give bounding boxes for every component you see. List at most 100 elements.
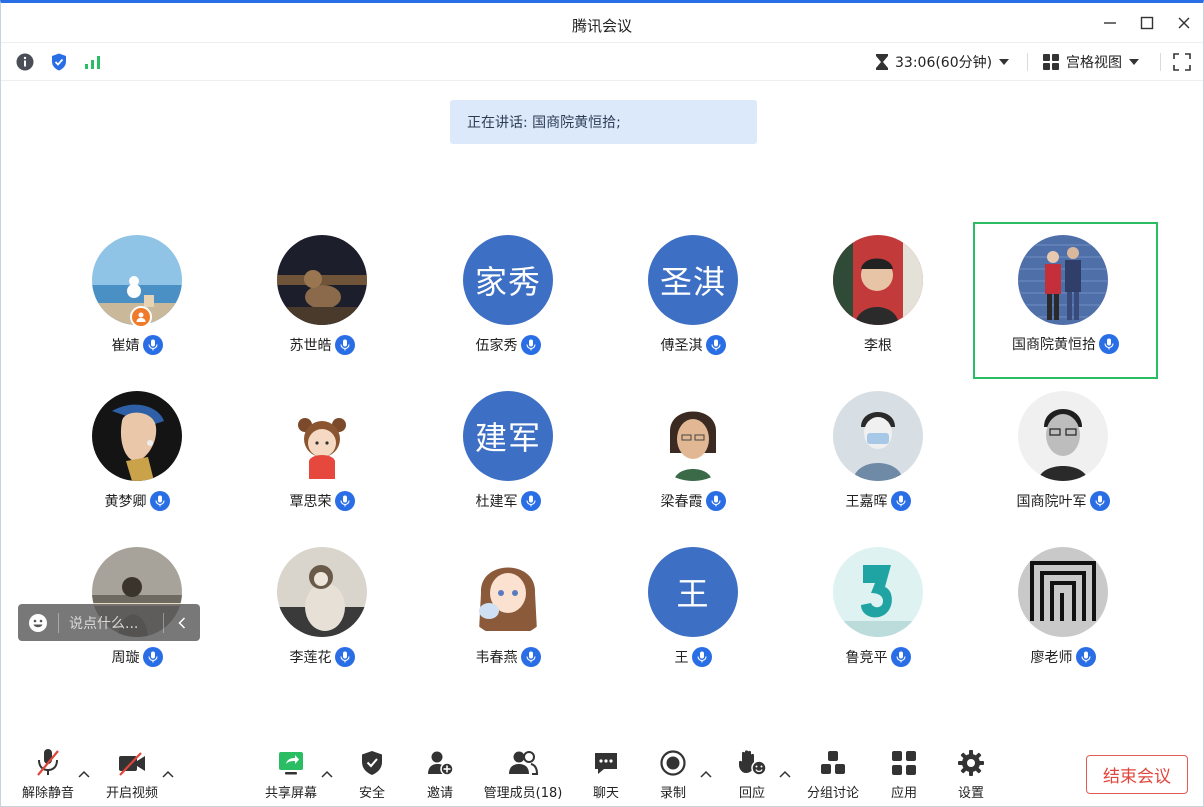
view-mode-label: 宫格视图 xyxy=(1066,55,1122,71)
participant-tile[interactable]: 覃思荣 xyxy=(232,391,412,541)
participant-name-row: 廖老师 xyxy=(973,647,1153,667)
record-button[interactable]: 录制 xyxy=(650,743,696,803)
participant-tile[interactable]: 李根 xyxy=(788,235,968,385)
participant-name: 傅圣淇 xyxy=(660,338,703,354)
info-icon[interactable] xyxy=(15,52,35,72)
react-button[interactable]: 回应 xyxy=(729,743,775,803)
shield-check-icon[interactable] xyxy=(49,52,69,72)
participant-name-row: 覃思荣 xyxy=(232,491,412,511)
settings-label: 设置 xyxy=(957,786,984,801)
share-screen-icon xyxy=(277,743,305,777)
chevron-up-icon[interactable] xyxy=(77,767,91,781)
participant-tile[interactable]: 圣淇 傅圣淇 xyxy=(603,235,783,385)
unmute-button[interactable]: 解除静音 xyxy=(17,743,79,803)
chevron-up-icon[interactable] xyxy=(778,767,792,781)
participant-name-row: 鲁竞平 xyxy=(788,647,968,667)
participant-tile[interactable]: 韦春燕 xyxy=(418,547,598,697)
add-user-icon xyxy=(426,743,454,777)
hourglass-icon xyxy=(876,54,888,70)
participant-name: 廖老师 xyxy=(1030,650,1073,666)
maximize-icon[interactable] xyxy=(1135,11,1159,35)
participant-tile[interactable]: 梁春霞 xyxy=(603,391,783,541)
participant-name: 国商院黄恒拾 xyxy=(1012,337,1096,353)
settings-button[interactable]: 设置 xyxy=(948,743,994,803)
unmute-label: 解除静音 xyxy=(21,786,74,801)
chevron-left-icon[interactable] xyxy=(164,604,200,641)
chat-input[interactable]: 说点什么... xyxy=(59,613,163,633)
participant-tile[interactable]: 国商院叶军 xyxy=(973,391,1153,541)
participant-tile[interactable]: 崔婧 xyxy=(47,235,227,385)
security-button[interactable]: 安全 xyxy=(349,743,395,803)
manage-members-label: 管理成员(18) xyxy=(483,786,563,801)
participant-tile-active[interactable]: 国商院黄恒拾 xyxy=(973,222,1158,379)
mic-icon xyxy=(149,491,170,511)
participant-tile[interactable]: 王嘉晖 xyxy=(788,391,968,541)
breakout-icon xyxy=(819,743,847,777)
participant-tile[interactable]: 鲁竞平 xyxy=(788,547,968,697)
mic-icon xyxy=(142,335,163,355)
chevron-up-icon[interactable] xyxy=(320,767,334,781)
invite-button[interactable]: 邀请 xyxy=(417,743,463,803)
start-video-label: 开启视频 xyxy=(105,786,158,801)
participant-name: 黄梦卿 xyxy=(104,494,147,510)
participant-name-row: 国商院黄恒拾 xyxy=(975,334,1156,354)
participant-name: 覃思荣 xyxy=(289,494,332,510)
meeting-window: 腾讯会议 33:06(60分钟) 宫格视图 正在讲话: 国商院黄恒拾; 崔婧 苏… xyxy=(0,0,1204,807)
avatar: 建军 xyxy=(463,391,553,481)
chevron-up-icon[interactable] xyxy=(161,767,175,781)
view-mode-button[interactable]: 宫格视图 xyxy=(1042,52,1140,72)
start-video-button[interactable]: 开启视频 xyxy=(101,743,163,803)
participant-tile[interactable]: 建军 杜建军 xyxy=(418,391,598,541)
avatar: 家秀 xyxy=(463,235,553,325)
apps-button[interactable]: 应用 xyxy=(881,743,927,803)
participant-name: 李根 xyxy=(864,338,892,354)
divider xyxy=(1027,53,1028,71)
avatar xyxy=(648,391,738,481)
participant-name-row: 黄梦卿 xyxy=(47,491,227,511)
participant-name: 崔婧 xyxy=(111,338,140,354)
participant-tile[interactable]: 王 王 xyxy=(603,547,783,697)
participant-name-row: 苏世皓 xyxy=(232,335,412,355)
participant-tile[interactable]: 家秀 伍家秀 xyxy=(418,235,598,385)
participant-name-row: 韦春燕 xyxy=(418,647,598,667)
avatar: 圣淇 xyxy=(648,235,738,325)
share-screen-label: 共享屏幕 xyxy=(264,786,317,801)
participant-tile[interactable]: 廖老师 xyxy=(973,547,1153,697)
participant-tile[interactable]: 苏世皓 xyxy=(232,235,412,385)
mic-icon xyxy=(142,647,163,667)
participant-name-row: 梁春霞 xyxy=(603,491,783,511)
signal-bars-icon[interactable] xyxy=(83,52,103,72)
invite-label: 邀请 xyxy=(426,786,453,801)
share-screen-button[interactable]: 共享屏幕 xyxy=(260,743,322,803)
chat-quick-input[interactable]: 说点什么... xyxy=(18,604,200,641)
meeting-timer[interactable]: 33:06(60分钟) xyxy=(875,52,1010,72)
participant-name: 伍家秀 xyxy=(475,338,518,354)
manage-members-button[interactable]: 管理成员(18) xyxy=(479,743,567,803)
participant-name-row: 国商院叶军 xyxy=(973,491,1153,511)
chevron-up-icon[interactable] xyxy=(699,767,713,781)
participant-name: 王嘉晖 xyxy=(845,494,888,510)
mic-icon xyxy=(520,335,541,355)
participant-name: 国商院叶军 xyxy=(1016,494,1087,510)
emoji-icon[interactable] xyxy=(18,604,58,641)
mic-muted-icon xyxy=(35,743,61,777)
participant-tile[interactable]: 李莲花 xyxy=(232,547,412,697)
participant-name-row: 李莲花 xyxy=(232,647,412,667)
breakout-rooms-button[interactable]: 分组讨论 xyxy=(803,743,863,803)
mic-icon xyxy=(1075,647,1096,667)
minimize-icon[interactable] xyxy=(1098,11,1122,35)
avatar xyxy=(277,235,367,325)
fullscreen-icon[interactable] xyxy=(1172,52,1192,72)
chat-button[interactable]: 聊天 xyxy=(583,743,629,803)
mic-icon xyxy=(334,647,355,667)
participant-name: 周璇 xyxy=(111,650,140,666)
raise-hand-icon xyxy=(737,743,767,777)
participant-name: 王 xyxy=(674,650,689,666)
avatar: 王 xyxy=(648,547,738,637)
participant-name-row: 傅圣淇 xyxy=(603,335,783,355)
avatar xyxy=(1018,547,1108,637)
close-icon[interactable] xyxy=(1172,11,1196,35)
avatar xyxy=(277,391,367,481)
end-meeting-button[interactable]: 结束会议 xyxy=(1086,755,1188,794)
participant-tile[interactable]: 黄梦卿 xyxy=(47,391,227,541)
